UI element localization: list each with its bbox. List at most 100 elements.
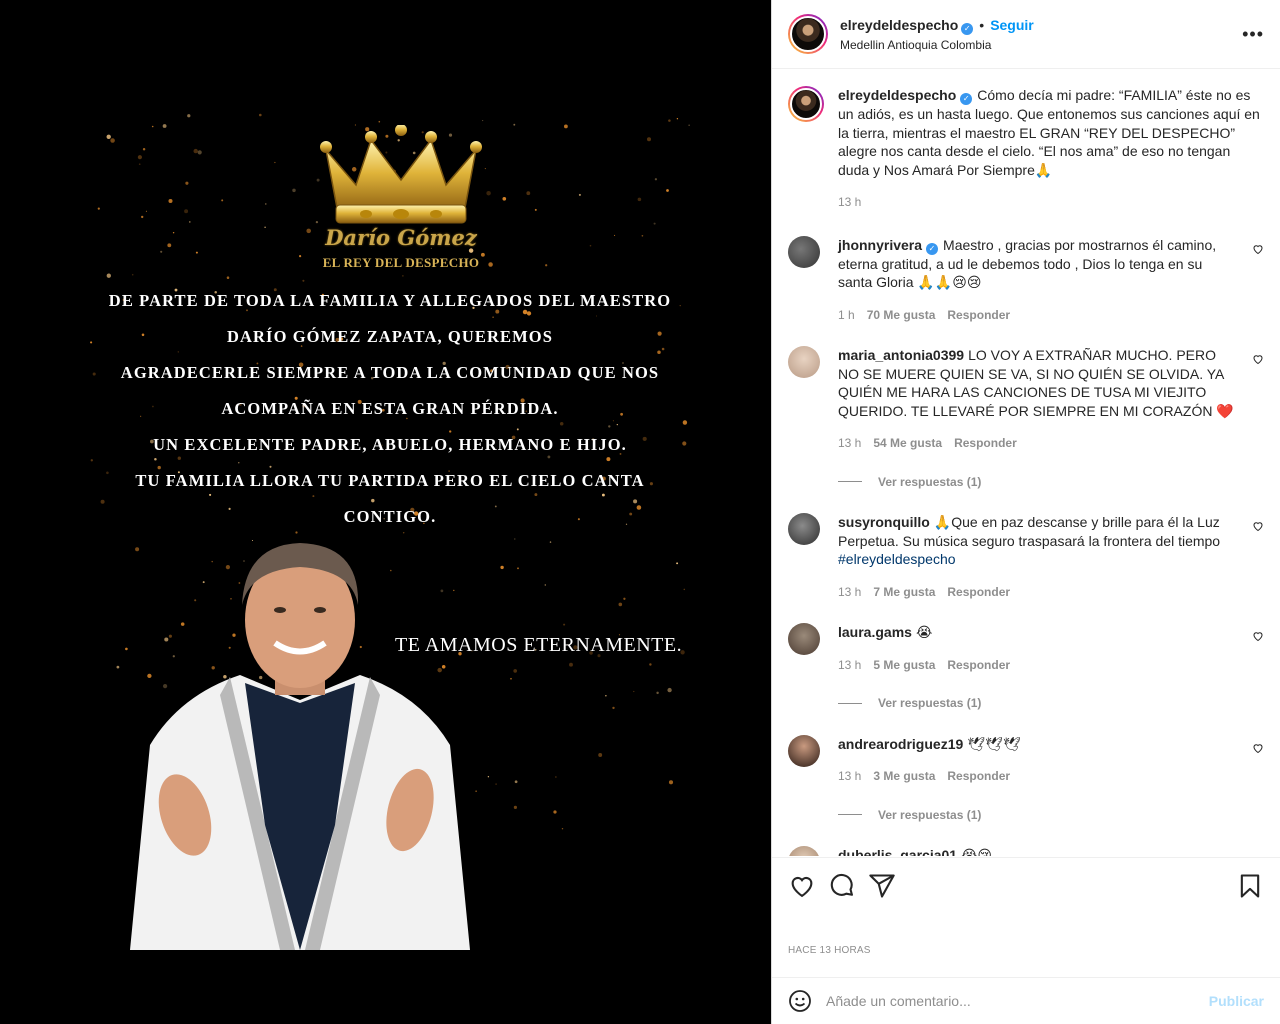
sparkle — [221, 199, 224, 202]
sparkle — [141, 215, 144, 219]
like-comment-icon[interactable] — [1252, 353, 1264, 365]
sparkle — [668, 119, 671, 122]
sparkle — [302, 279, 305, 282]
comment-username[interactable]: susyronquillo — [838, 514, 930, 530]
author-username[interactable]: elreydeldespecho — [840, 17, 958, 33]
reply-button[interactable]: Responder — [954, 436, 1017, 450]
sparkle — [513, 805, 518, 810]
comment-input[interactable] — [826, 993, 1209, 1009]
caption-username[interactable]: elreydeldespecho — [838, 87, 956, 103]
view-replies-button[interactable]: Ver respuestas (1) — [838, 473, 1236, 492]
comment-likes[interactable]: 5 Me gusta — [873, 658, 935, 672]
sparkle — [653, 222, 656, 225]
sparkle — [654, 178, 658, 181]
like-comment-icon[interactable] — [1252, 243, 1264, 255]
sparkle — [688, 124, 690, 126]
sparkle — [647, 137, 651, 142]
more-options-icon[interactable]: ••• — [1242, 24, 1264, 45]
like-comment-icon[interactable] — [1252, 630, 1264, 642]
reply-button[interactable]: Responder — [947, 769, 1010, 783]
reply-button[interactable]: Responder — [947, 585, 1010, 599]
hashtag-link[interactable]: #elreydeldespecho — [838, 551, 956, 567]
bookmark-icon[interactable] — [1236, 872, 1264, 900]
comment-item: andrearodriguez19 🕊🕊🕊 13 h 3 Me gusta Respo… — [788, 734, 1264, 825]
sparkle — [614, 234, 616, 236]
comment-text: 😭 — [915, 624, 933, 640]
comment-time[interactable]: 1 h — [838, 308, 855, 322]
comment-likes[interactable]: 7 Me gusta — [873, 585, 935, 599]
sparkle — [641, 234, 644, 237]
sparkle — [116, 665, 120, 669]
comments-list[interactable]: elreydeldespecho ✓ Cómo decía mi padre: “F… — [772, 70, 1280, 856]
commenter-avatar[interactable] — [788, 623, 820, 655]
reply-button[interactable]: Responder — [947, 308, 1010, 322]
location-link[interactable]: Medellin Antioquia Colombia — [840, 38, 1034, 52]
commenter-avatar[interactable] — [788, 346, 820, 378]
comment-item: jhonnyrivera ✓ Maestro , gracias por mostr… — [788, 235, 1264, 325]
sparkle — [142, 148, 146, 151]
sparkle — [265, 203, 267, 205]
sparkle — [402, 275, 404, 277]
comment-time[interactable]: 13 h — [838, 769, 861, 783]
comment-time[interactable]: 13 h — [838, 585, 861, 599]
sparkle — [486, 190, 491, 196]
sparkle — [514, 780, 518, 784]
sparkle — [676, 118, 679, 120]
brand-name: Darío Gómez — [325, 225, 477, 250]
separator-dot: • — [979, 16, 985, 33]
comment-username[interactable]: jhonnyrivera — [838, 237, 922, 253]
comment-time[interactable]: 13 h — [838, 436, 861, 450]
sparkle — [264, 226, 266, 229]
view-replies-button[interactable]: Ver respuestas (1) — [838, 694, 1236, 713]
like-comment-icon[interactable] — [1252, 520, 1264, 532]
share-icon[interactable] — [868, 872, 896, 900]
commenter-avatar[interactable] — [788, 846, 820, 856]
commenter-avatar[interactable] — [788, 235, 820, 268]
comment-icon[interactable] — [828, 872, 856, 900]
sparkle — [145, 210, 147, 212]
sparkle — [106, 273, 111, 278]
comment-username[interactable]: laura.gams — [838, 624, 912, 640]
comment-time[interactable]: 13 h — [838, 658, 861, 672]
sparkle — [299, 255, 302, 258]
sparkle — [487, 776, 490, 778]
comment-likes[interactable]: 70 Me gusta — [867, 308, 936, 322]
sparkle — [226, 276, 230, 279]
sparkle — [618, 602, 623, 607]
author-avatar[interactable] — [788, 86, 824, 122]
reply-button[interactable]: Responder — [947, 658, 1010, 672]
sparkle — [633, 690, 635, 693]
commenter-avatar[interactable] — [788, 734, 820, 767]
caption-time[interactable]: 13 h — [838, 195, 861, 209]
post-image[interactable]: Darío Gómez EL REY DEL DESPECHO DE PARTE… — [0, 0, 771, 1024]
verified-icon: ✓ — [960, 93, 973, 105]
sparkle — [137, 155, 142, 160]
comment-username[interactable]: duberlis_garcia01 — [838, 847, 957, 856]
sparkle — [172, 231, 175, 234]
emoji-icon[interactable] — [788, 989, 812, 1013]
commenter-avatar[interactable] — [788, 513, 820, 545]
sparkle — [306, 228, 311, 234]
sparkle — [151, 125, 154, 128]
view-replies-button[interactable]: Ver respuestas (1) — [838, 806, 1236, 825]
heart-icon[interactable] — [788, 872, 816, 900]
sparkle — [167, 243, 172, 248]
comment-username[interactable]: maria_antonia0399 — [838, 347, 964, 363]
post-timestamp[interactable]: HACE 13 HORAS — [788, 945, 871, 956]
sparkle — [513, 669, 518, 673]
sparkle — [274, 161, 276, 164]
closing-text: TE AMAMOS ETERNAMENTE. — [395, 634, 683, 656]
crown-icon — [320, 125, 482, 224]
sparkle — [110, 138, 115, 143]
publish-button[interactable]: Publicar — [1209, 993, 1264, 1009]
like-comment-icon[interactable] — [1252, 742, 1264, 754]
comment-likes[interactable]: 3 Me gusta — [873, 769, 935, 783]
sparkle — [138, 163, 141, 166]
follow-button[interactable]: Seguir — [990, 17, 1034, 33]
comment-username[interactable]: andrearodriguez19 — [838, 736, 963, 752]
sparkle — [106, 134, 111, 139]
author-avatar[interactable] — [788, 14, 828, 54]
sparkle — [168, 198, 173, 204]
comment-likes[interactable]: 54 Me gusta — [873, 436, 942, 450]
sparkle — [561, 827, 564, 830]
